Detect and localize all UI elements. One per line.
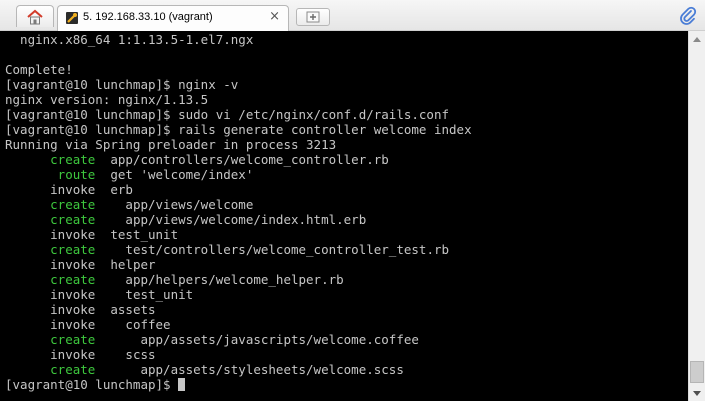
- generator-action: invoke: [5, 227, 96, 242]
- terminal-line: invoke coffee: [5, 317, 171, 332]
- line-text: scss: [95, 347, 156, 362]
- tools-icon: [66, 12, 78, 24]
- terminal-line: Running via Spring preloader in process …: [5, 137, 336, 152]
- vertical-scrollbar[interactable]: [688, 31, 705, 401]
- line-text: Running via Spring preloader in process …: [5, 137, 337, 152]
- line-text: app/assets/javascripts/welcome.coffee: [95, 332, 419, 347]
- scrollbar-thumb[interactable]: [690, 361, 704, 383]
- line-text: app/assets/stylesheets/welcome.scss: [95, 362, 404, 377]
- terminal-line: create test/controllers/welcome_controll…: [5, 242, 449, 257]
- generator-action: create: [5, 332, 96, 347]
- line-text: erb: [95, 182, 133, 197]
- line-text: app/helpers/welcome_helper.rb: [95, 272, 344, 287]
- terminal-line: invoke scss: [5, 347, 156, 362]
- generator-action: create: [5, 242, 96, 257]
- tab-session[interactable]: 5. 192.168.33.10 (vagrant) ×: [57, 5, 289, 31]
- terminal-line: invoke test_unit: [5, 287, 193, 302]
- prompt-line[interactable]: [vagrant@10 lunchmap]$: [5, 377, 186, 392]
- new-tab-icon: [306, 11, 320, 23]
- terminal-line: invoke helper: [5, 257, 156, 272]
- terminal-line: create app/helpers/welcome_helper.rb: [5, 272, 344, 287]
- terminal-line: route get 'welcome/index': [5, 167, 254, 182]
- generator-action: create: [5, 152, 96, 167]
- generator-action: route: [5, 167, 96, 182]
- terminal-line: invoke erb: [5, 182, 133, 197]
- attach-button[interactable]: [677, 5, 699, 27]
- home-button[interactable]: [16, 5, 54, 27]
- close-icon[interactable]: ×: [269, 9, 280, 24]
- paperclip-icon: [680, 6, 697, 25]
- generator-action: create: [5, 212, 96, 227]
- new-tab-button[interactable]: [296, 8, 330, 26]
- terminal-line: invoke test_unit: [5, 227, 178, 242]
- line-text: app/views/welcome: [95, 197, 254, 212]
- terminal-line: [vagrant@10 lunchmap]$ rails generate co…: [5, 122, 472, 137]
- generator-action: invoke: [5, 317, 96, 332]
- terminal-output[interactable]: nginx.x86_64 1:1.13.5-1.el7.ngx Complete!…: [0, 31, 688, 401]
- generator-action: create: [5, 272, 96, 287]
- scroll-up-arrow-icon[interactable]: [689, 31, 705, 47]
- terminal-line: create app/controllers/welcome_controlle…: [5, 152, 389, 167]
- generator-action: create: [5, 197, 96, 212]
- tab-bar: 5. 192.168.33.10 (vagrant) ×: [0, 0, 705, 31]
- terminal-line: nginx.x86_64 1:1.13.5-1.el7.ngx: [5, 32, 253, 47]
- terminal-line: invoke assets: [5, 302, 156, 317]
- generator-action: invoke: [5, 257, 96, 272]
- home-icon: [27, 9, 43, 24]
- line-text: [vagrant@10 lunchmap]$ nginx -v: [5, 77, 239, 92]
- line-text: app/controllers/welcome_controller.rb: [95, 152, 389, 167]
- terminal-line: create app/views/welcome: [5, 197, 253, 212]
- line-text: assets: [95, 302, 156, 317]
- terminal-line: create app/assets/stylesheets/welcome.sc…: [5, 362, 404, 377]
- generator-action: invoke: [5, 302, 96, 317]
- line-text: [vagrant@10 lunchmap]$ rails generate co…: [5, 122, 472, 137]
- generator-action: invoke: [5, 182, 96, 197]
- line-text: Complete!: [5, 62, 73, 77]
- line-text: nginx version: nginx/1.13.5: [5, 92, 209, 107]
- line-text: test/controllers/welcome_controller_test…: [95, 242, 450, 257]
- text-cursor: [178, 378, 186, 391]
- line-text: test_unit: [95, 227, 179, 242]
- scroll-down-arrow-icon[interactable]: [689, 385, 705, 401]
- terminal-line: Complete!: [5, 62, 73, 77]
- generator-action: create: [5, 362, 96, 377]
- terminal-line: create app/views/welcome/index.html.erb: [5, 212, 366, 227]
- line-text: app/views/welcome/index.html.erb: [95, 212, 367, 227]
- tab-title: 5. 192.168.33.10 (vagrant): [83, 11, 213, 23]
- generator-action: invoke: [5, 287, 96, 302]
- line-text: coffee: [95, 317, 171, 332]
- line-text: helper: [95, 257, 156, 272]
- terminal-line: [vagrant@10 lunchmap]$ nginx -v: [5, 77, 238, 92]
- terminal-line: create app/assets/javascripts/welcome.co…: [5, 332, 419, 347]
- line-text: test_unit: [95, 287, 194, 302]
- generator-action: invoke: [5, 347, 96, 362]
- terminal-line: nginx version: nginx/1.13.5: [5, 92, 208, 107]
- line-text: [vagrant@10 lunchmap]$ sudo vi /etc/ngin…: [5, 107, 450, 122]
- line-text: get 'welcome/index': [95, 167, 254, 182]
- line-text: nginx.x86_64 1:1.13.5-1.el7.ngx: [5, 32, 254, 47]
- shell-prompt: [vagrant@10 lunchmap]$: [5, 377, 179, 392]
- terminal-line: [vagrant@10 lunchmap]$ sudo vi /etc/ngin…: [5, 107, 449, 122]
